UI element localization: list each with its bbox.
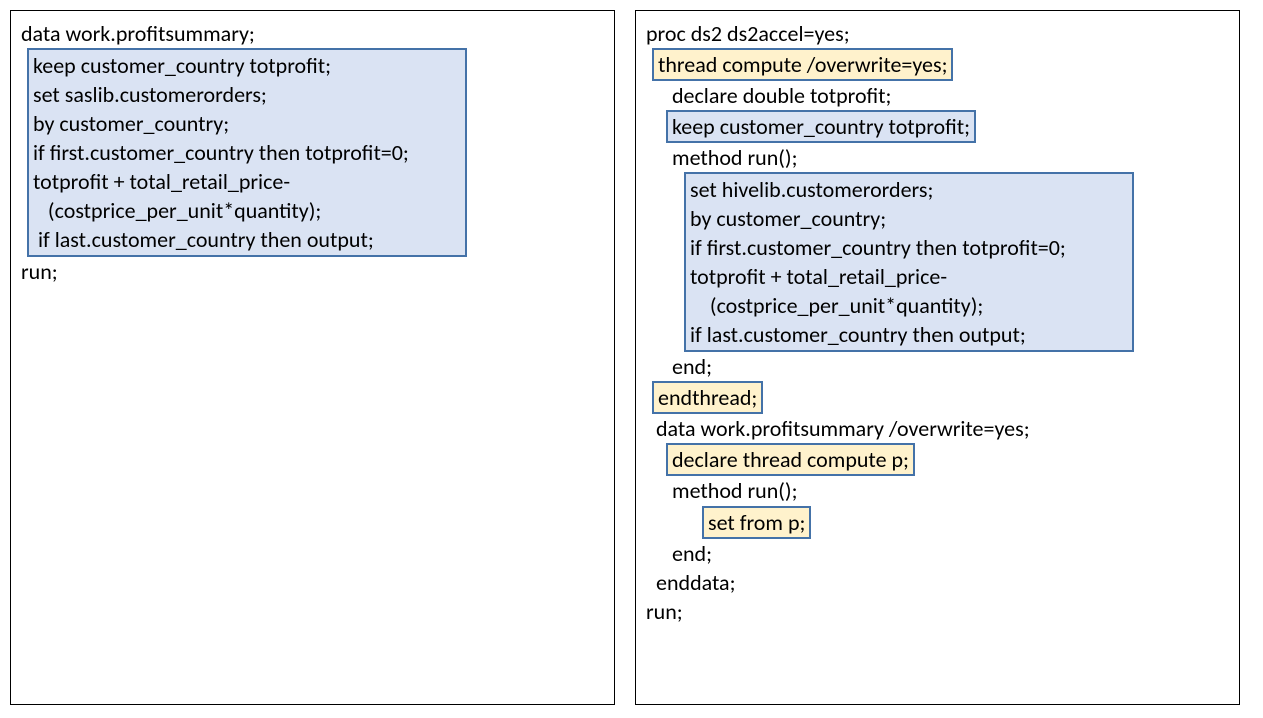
code-row: declare thread compute p;	[666, 443, 1229, 476]
code-line: (costprice_per_unit*quantity);	[33, 196, 461, 225]
code-line: declare double totprofit;	[646, 81, 1229, 110]
highlight-blue: keep customer_country totprofit;	[666, 110, 976, 143]
code-line: totprofit + total_retail_price-	[33, 167, 461, 196]
code-row: thread compute /overwrite=yes;	[652, 48, 1229, 81]
code-line: end;	[646, 352, 1229, 381]
highlight-gold: declare thread compute p;	[666, 443, 915, 476]
code-line: set saslib.customerorders;	[33, 80, 461, 109]
code-line: proc ds2 ds2accel=yes;	[646, 19, 1229, 48]
highlight-gold: endthread;	[652, 381, 763, 414]
code-line: keep customer_country totprofit;	[33, 51, 461, 80]
code-row: keep customer_country totprofit;	[666, 110, 1229, 143]
code-row: set from p;	[702, 506, 1229, 539]
code-line: if last.customer_country then output;	[690, 320, 1128, 349]
right-code-panel: proc ds2 ds2accel=yes; thread compute /o…	[635, 10, 1240, 705]
code-line: totprofit + total_retail_price-	[690, 262, 1128, 291]
code-line: by customer_country;	[690, 204, 1128, 233]
code-line: method run();	[646, 143, 1229, 172]
code-row: endthread;	[652, 381, 1229, 414]
code-line: if first.customer_country then totprofit…	[690, 233, 1128, 262]
code-line: data work.profitsummary /overwrite=yes;	[646, 414, 1229, 443]
code-line: end;	[646, 539, 1229, 568]
highlight-blue-block: keep customer_country totprofit; set sas…	[27, 48, 467, 257]
code-line: by customer_country;	[33, 109, 461, 138]
highlight-gold: thread compute /overwrite=yes;	[652, 48, 953, 81]
highlight-gold: set from p;	[702, 506, 811, 539]
code-line: set hivelib.customerorders;	[690, 175, 1128, 204]
code-line: run;	[646, 597, 1229, 626]
code-line: run;	[21, 257, 604, 286]
highlight-blue-block: set hivelib.customerorders; by customer_…	[684, 172, 1134, 352]
code-line: method run();	[646, 476, 1229, 505]
code-line: enddata;	[646, 568, 1229, 597]
left-code-panel: data work.profitsummary; keep customer_c…	[10, 10, 615, 705]
code-line: (costprice_per_unit*quantity);	[690, 291, 1128, 320]
code-line: data work.profitsummary;	[21, 19, 604, 48]
code-line: if last.customer_country then output;	[33, 225, 461, 254]
code-line: if first.customer_country then totprofit…	[33, 138, 461, 167]
